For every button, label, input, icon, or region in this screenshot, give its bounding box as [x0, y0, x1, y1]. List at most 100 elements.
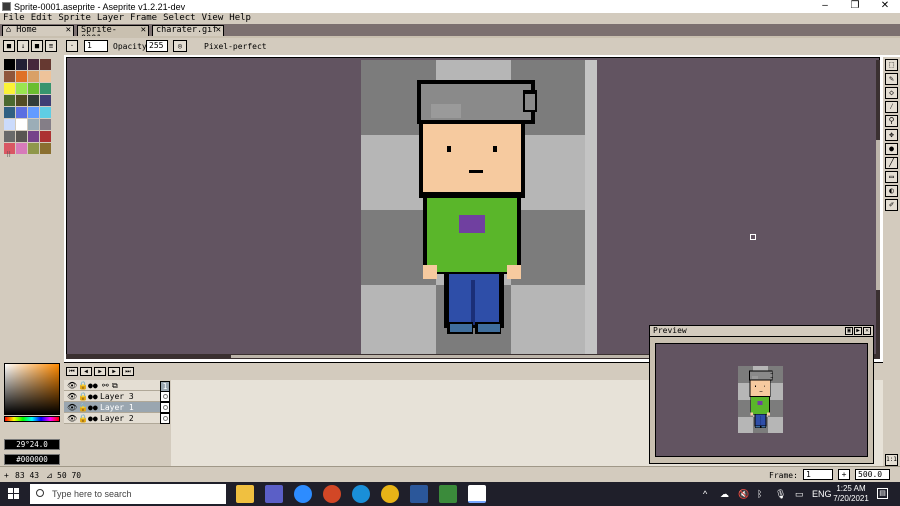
- palette-swatch[interactable]: [28, 59, 39, 70]
- palette-swatch[interactable]: [40, 143, 51, 154]
- lock-icon[interactable]: 🔒: [78, 381, 88, 390]
- cel-filled[interactable]: [160, 402, 170, 413]
- eyedropper-tool-icon[interactable]: ⁄: [885, 101, 898, 113]
- palette-swatch[interactable]: [16, 107, 27, 118]
- saturation-value-box[interactable]: [4, 363, 60, 415]
- preview-mode-icon[interactable]: ▣: [845, 327, 853, 335]
- opacity-input[interactable]: 255: [146, 40, 168, 52]
- rectangle-tool-icon[interactable]: ▭: [885, 171, 898, 183]
- move-tool-icon[interactable]: ✥: [885, 129, 898, 141]
- close-icon[interactable]: ✕: [141, 26, 146, 35]
- pixel-perfect-label[interactable]: Pixel-perfect: [204, 42, 267, 51]
- cel-empty[interactable]: [160, 391, 170, 402]
- line-tool-icon[interactable]: ╱: [885, 157, 898, 169]
- lock-icon[interactable]: 🔒: [78, 414, 88, 423]
- palette-swatch[interactable]: [40, 107, 51, 118]
- onion-skin-icon[interactable]: ⚯: [102, 381, 109, 390]
- brush-square-icon[interactable]: ■: [31, 40, 43, 52]
- continuous-icon[interactable]: ●●: [88, 381, 98, 390]
- sprite-canvas[interactable]: [361, 60, 597, 356]
- tray-chevron-icon[interactable]: ^: [703, 489, 707, 499]
- palette-swatch[interactable]: [16, 83, 27, 94]
- palette-swatch[interactable]: [16, 71, 27, 82]
- palette-swatch[interactable]: [28, 71, 39, 82]
- foreground-color-field[interactable]: 29°24.0: [4, 439, 60, 450]
- tab-charater-gif[interactable]: charater.gif ✕: [152, 25, 224, 36]
- notification-icon[interactable]: ▤: [877, 488, 888, 499]
- close-icon[interactable]: ✕: [66, 26, 71, 35]
- palette-swatch[interactable]: [40, 131, 51, 142]
- word-icon[interactable]: [410, 485, 428, 503]
- continuous-icon[interactable]: ●●: [88, 392, 98, 401]
- preview-viewport[interactable]: [655, 343, 868, 457]
- palette-swatch[interactable]: [4, 83, 15, 94]
- vertical-scrollbar[interactable]: [876, 60, 880, 354]
- background-color-field[interactable]: #000000: [4, 454, 60, 465]
- link-icon[interactable]: ⧉: [112, 381, 118, 391]
- blob-tool-icon[interactable]: ◐: [885, 185, 898, 197]
- file-explorer-icon[interactable]: [236, 485, 254, 503]
- palette-swatch[interactable]: [40, 59, 51, 70]
- palette-swatch[interactable]: [16, 59, 27, 70]
- palette-swatch[interactable]: [28, 107, 39, 118]
- close-button[interactable]: ✕: [870, 0, 900, 13]
- ink-icon[interactable]: ◎: [173, 40, 187, 52]
- download-icon[interactable]: ↓: [17, 40, 29, 52]
- horizontal-scroll-thumb[interactable]: [231, 355, 651, 358]
- battery-icon[interactable]: ▭: [795, 489, 804, 500]
- hue-slider[interactable]: [4, 416, 60, 422]
- taskbar-search-box[interactable]: Type here to search: [30, 484, 226, 504]
- palette-swatch[interactable]: [28, 131, 39, 142]
- lock-icon[interactable]: 🔒: [78, 392, 88, 401]
- lock-icon[interactable]: 🔒: [78, 403, 88, 412]
- zoom-input[interactable]: 500.0: [855, 469, 890, 480]
- palette-swatch[interactable]: [16, 95, 27, 106]
- microphone-icon[interactable]: 🎙: [775, 489, 786, 500]
- close-icon[interactable]: ✕: [216, 26, 221, 35]
- menu-file[interactable]: File: [0, 13, 28, 24]
- cloud-icon[interactable]: ☁: [720, 489, 729, 500]
- paint-bucket-tool-icon[interactable]: ●: [885, 143, 898, 155]
- menu-select[interactable]: Select: [160, 13, 199, 24]
- ratio-button[interactable]: 1:1: [885, 454, 898, 466]
- frame-input[interactable]: 1: [803, 469, 833, 480]
- tab-home[interactable]: ⌂ Home ✕: [2, 25, 74, 36]
- brush-size-input[interactable]: 1: [84, 40, 108, 52]
- marquee-tool-icon[interactable]: ⬚: [885, 59, 898, 71]
- palette-swatch[interactable]: [4, 71, 15, 82]
- volume-mute-icon[interactable]: 🔇: [738, 489, 749, 500]
- eye-icon[interactable]: 👁: [67, 381, 77, 390]
- zoom-app-icon[interactable]: [294, 485, 312, 503]
- store-icon[interactable]: [439, 485, 457, 503]
- eye-icon[interactable]: 👁: [67, 392, 77, 401]
- teams-icon[interactable]: [265, 485, 283, 503]
- palette-swatch[interactable]: [4, 95, 15, 106]
- menu-help[interactable]: Help: [226, 13, 254, 24]
- preview-title-bar[interactable]: Preview ▣ ▶ ✕: [650, 326, 873, 337]
- tab-sprite-0001[interactable]: Sprite-0001.ase ✕: [77, 25, 149, 44]
- vertical-scroll-thumb[interactable]: [876, 140, 880, 290]
- lock-alpha-icon[interactable]: ■: [3, 40, 15, 52]
- palette-swatch[interactable]: [4, 59, 15, 70]
- brush-type-icon[interactable]: ·: [66, 40, 78, 52]
- pencil-tool-icon[interactable]: ✎: [885, 73, 898, 85]
- bluetooth-icon[interactable]: ᛒ: [757, 489, 762, 499]
- eye-icon[interactable]: 👁: [67, 414, 77, 423]
- palette-swatch[interactable]: [28, 95, 39, 106]
- prev-frame-button[interactable]: ◀: [80, 367, 92, 376]
- palette-swatch[interactable]: [28, 119, 39, 130]
- cel-empty[interactable]: [160, 413, 170, 424]
- canvas-workspace[interactable]: [66, 57, 880, 359]
- edge-icon[interactable]: [352, 485, 370, 503]
- minimize-button[interactable]: –: [810, 0, 840, 13]
- aseprite-taskbar-icon[interactable]: [468, 485, 486, 503]
- chrome-icon[interactable]: [381, 485, 399, 503]
- continuous-icon[interactable]: ●●: [88, 414, 98, 423]
- palette-swatch[interactable]: [16, 143, 27, 154]
- palette-swatch[interactable]: [40, 83, 51, 94]
- palette-swatch[interactable]: [28, 143, 39, 154]
- palette-swatch[interactable]: [4, 107, 15, 118]
- palette-swatch[interactable]: [40, 71, 51, 82]
- next-frame-button[interactable]: ▶: [108, 367, 120, 376]
- eraser-tool-icon[interactable]: ◇: [885, 87, 898, 99]
